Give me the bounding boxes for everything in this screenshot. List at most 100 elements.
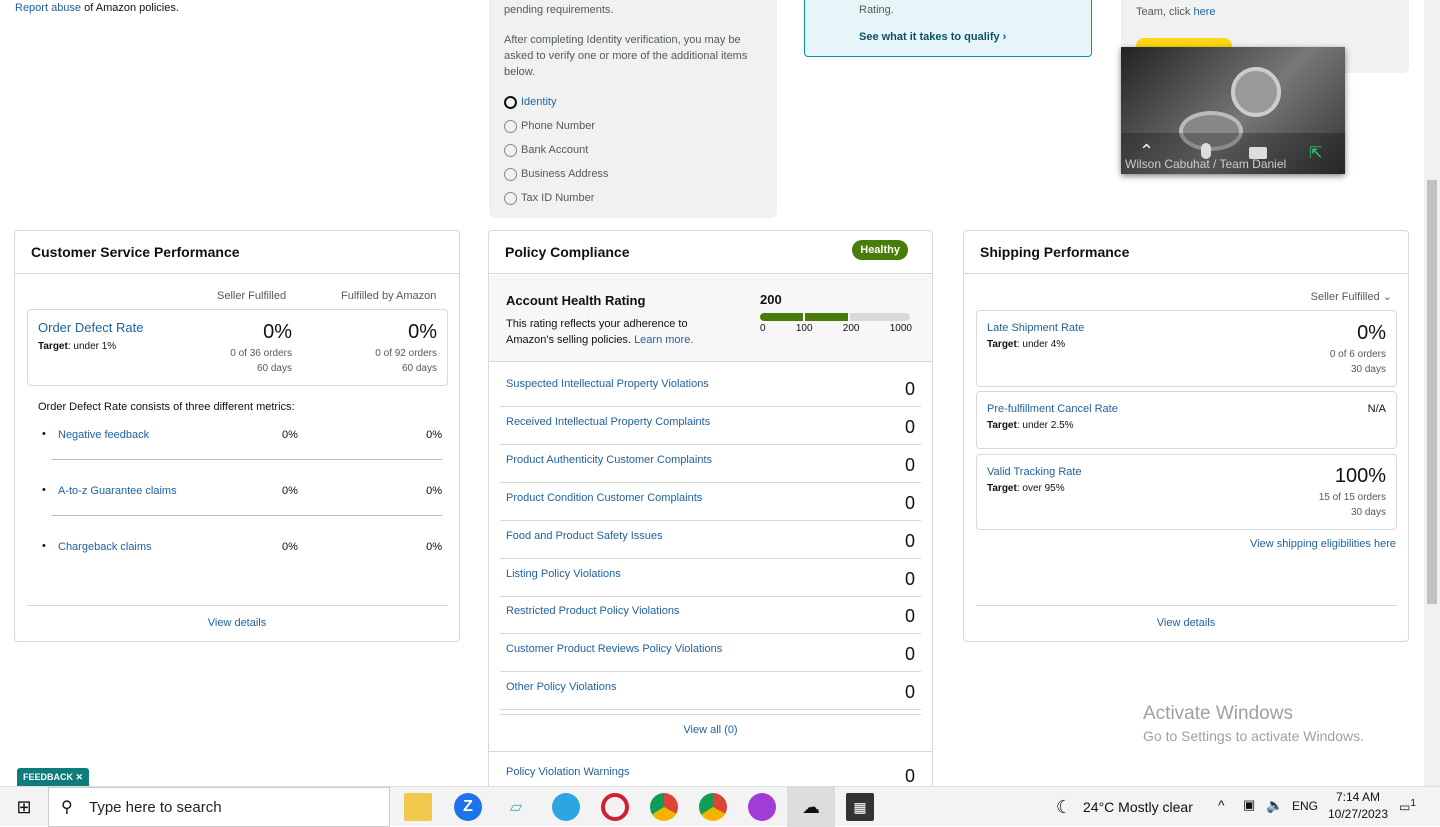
policy-link[interactable]: Suspected Intellectual Property Violatio… xyxy=(506,378,709,390)
telegram-icon[interactable] xyxy=(552,793,580,821)
radio-option[interactable]: Bank Account xyxy=(504,138,762,162)
weather-icon[interactable]: ☾ xyxy=(1050,793,1078,821)
policy-link[interactable]: Customer Product Reviews Policy Violatio… xyxy=(506,643,722,655)
radio-circle-icon xyxy=(504,119,517,133)
policy-compliance-card: Policy Compliance Healthy Account Health… xyxy=(488,230,933,800)
search-icon: ⚲ xyxy=(61,799,73,816)
policy-row: Other Policy Violations 0 xyxy=(500,672,921,711)
verification-options: Identity Phone Number Bank Account Business… xyxy=(504,90,762,210)
card-title: Shipping Performance xyxy=(964,231,1408,274)
ahr-value: 200 xyxy=(760,292,782,307)
policy-row: Customer Product Reviews Policy Violatio… xyxy=(500,634,921,673)
ahr-bar xyxy=(760,313,910,321)
meeting-icon[interactable]: ☁ xyxy=(797,793,825,821)
activate-windows-title: Activate Windows xyxy=(1143,703,1293,724)
shipping-performance-card: Shipping Performance Seller Fulfilled ⌄ … xyxy=(963,230,1409,642)
here-link[interactable]: here xyxy=(1193,6,1215,18)
notification-icon[interactable]: ▭1 xyxy=(1399,798,1416,814)
metric-row: • Negative feedback 0% 0% xyxy=(42,423,442,461)
cancel-rate-box: Pre-fulfillment Cancel Rate Target: unde… xyxy=(976,391,1397,449)
policy-row: Food and Product Safety Issues 0 xyxy=(500,521,921,559)
radio-circle-icon xyxy=(504,143,517,157)
tracking-rate-link[interactable]: Valid Tracking Rate xyxy=(987,466,1082,478)
participant-name: Wilson Cabuhat / Team Daniel xyxy=(1125,157,1287,171)
view-details-link[interactable]: View details xyxy=(15,617,459,629)
seller-fulfilled-dropdown[interactable]: Seller Fulfilled ⌄ xyxy=(1311,290,1392,303)
policy-link[interactable]: Product Authenticity Customer Complaints xyxy=(506,454,712,466)
policy-link[interactable]: Listing Policy Violations xyxy=(506,568,621,580)
card-title: Policy Compliance Healthy xyxy=(489,231,932,274)
policy-row: Listing Policy Violations 0 xyxy=(500,559,921,597)
cancel-rate-link[interactable]: Pre-fulfillment Cancel Rate xyxy=(987,403,1118,415)
view-details-link[interactable]: View details xyxy=(964,617,1408,629)
file-explorer-icon[interactable] xyxy=(404,793,432,821)
late-shipment-link[interactable]: Late Shipment Rate xyxy=(987,322,1084,334)
learn-more-link[interactable]: Learn more. xyxy=(634,334,693,346)
scrollbar[interactable] xyxy=(1424,0,1440,786)
weather-text[interactable]: 24°C Mostly clear xyxy=(1083,799,1193,815)
metric-link[interactable]: Negative feedback xyxy=(58,429,149,441)
policy-row: Received Intellectual Property Complaint… xyxy=(500,407,921,445)
radio-circle-icon xyxy=(504,167,517,181)
warnings-link[interactable]: Policy Violation Warnings xyxy=(506,766,630,778)
verification-panel: pending requirements. After completing I… xyxy=(489,0,777,218)
volume-icon[interactable]: 🔈 xyxy=(1266,797,1283,814)
activate-windows-sub: Go to Settings to activate Windows. xyxy=(1143,728,1364,744)
close-icon: ✕ xyxy=(75,772,84,782)
opera-icon[interactable] xyxy=(601,793,629,821)
zalo-icon[interactable]: Z xyxy=(454,793,482,821)
shipping-eligibility-link[interactable]: View shipping eligibilities here xyxy=(1250,538,1396,550)
language-indicator[interactable]: ENG xyxy=(1292,799,1318,813)
customer-service-card: Customer Service Performance Seller Fulf… xyxy=(14,230,460,642)
view-all-link[interactable]: View all (0) xyxy=(489,724,932,736)
tracking-rate-box: Valid Tracking Rate Target: over 95% 100… xyxy=(976,454,1397,530)
metric-link[interactable]: A-to-z Guarantee claims xyxy=(58,485,177,497)
radio-option[interactable]: Tax ID Number xyxy=(504,186,762,210)
policy-row: Product Condition Customer Complaints 0 xyxy=(500,483,921,521)
ahr-section: Account Health Rating This rating reflec… xyxy=(489,275,932,362)
feedback-tab[interactable]: FEEDBACK ✕ xyxy=(17,768,90,786)
late-shipment-box: Late Shipment Rate Target: under 4% 0% 0… xyxy=(976,310,1397,387)
chevron-down-icon: ⌄ xyxy=(1382,291,1392,303)
policy-link[interactable]: Product Condition Customer Complaints xyxy=(506,492,702,504)
radio-option[interactable]: Identity xyxy=(504,90,762,114)
calculator-icon[interactable]: ▦ xyxy=(846,793,874,821)
chevron-up-icon[interactable]: ^ xyxy=(1218,797,1225,813)
policies-note: Report abuse of Amazon policies. xyxy=(15,2,179,14)
policy-link[interactable]: Food and Product Safety Issues xyxy=(506,530,663,542)
radio-circle-icon xyxy=(504,191,517,205)
policy-link[interactable]: Received Intellectual Property Complaint… xyxy=(506,416,710,428)
radio-circle-icon xyxy=(504,95,517,109)
policy-row: Restricted Product Policy Violations 0 xyxy=(500,596,921,635)
video-call-overlay[interactable]: ⌃ ⇱ Wilson Cabuhat / Team Daniel xyxy=(1121,47,1345,174)
logo-icon xyxy=(1231,67,1281,117)
chrome-icon[interactable] xyxy=(650,793,678,821)
metric-link[interactable]: Chargeback claims xyxy=(58,541,152,553)
scrollbar-thumb[interactable] xyxy=(1427,180,1437,604)
odr-link[interactable]: Order Defect Rate xyxy=(38,320,144,335)
camera-icon[interactable]: ▣ xyxy=(1243,797,1255,813)
windows-start-icon[interactable]: ⊞ xyxy=(10,793,38,821)
report-abuse-link[interactable]: Report abuse xyxy=(15,2,81,14)
policy-link[interactable]: Other Policy Violations xyxy=(506,681,616,693)
popout-icon[interactable]: ⇱ xyxy=(1309,143,1322,163)
qualify-box: Rating. See what it takes to qualify › xyxy=(804,0,1092,57)
metric-row: • A-to-z Guarantee claims 0% 0% xyxy=(42,479,442,517)
odr-box: Order Defect Rate Target: under 1% 0% 0 … xyxy=(27,309,448,386)
healthy-badge: Healthy xyxy=(852,240,908,260)
ahr-scale: 0 100 200 1000 xyxy=(760,323,912,334)
chrome-icon[interactable] xyxy=(699,793,727,821)
policy-row: Product Authenticity Customer Complaints… xyxy=(500,445,921,483)
qualify-link[interactable]: See what it takes to qualify › xyxy=(859,31,1006,43)
taskbar: ⊞ ⚲ Type here to search Z ▱ ☁ ▦ ☾ 24°C M… xyxy=(0,786,1440,827)
clock[interactable]: 7:14 AM 10/27/2023 xyxy=(1326,790,1390,821)
radio-option[interactable]: Business Address xyxy=(504,162,762,186)
messenger-icon[interactable] xyxy=(748,793,776,821)
taskbar-search[interactable]: ⚲ Type here to search xyxy=(48,787,390,827)
card-title: Customer Service Performance xyxy=(15,231,459,274)
app-icon[interactable]: ▱ xyxy=(502,793,530,821)
radio-option[interactable]: Phone Number xyxy=(504,114,762,138)
policy-link[interactable]: Restricted Product Policy Violations xyxy=(506,605,679,617)
policy-row: Suspected Intellectual Property Violatio… xyxy=(500,369,921,407)
metric-row: • Chargeback claims 0% 0% xyxy=(42,540,442,553)
